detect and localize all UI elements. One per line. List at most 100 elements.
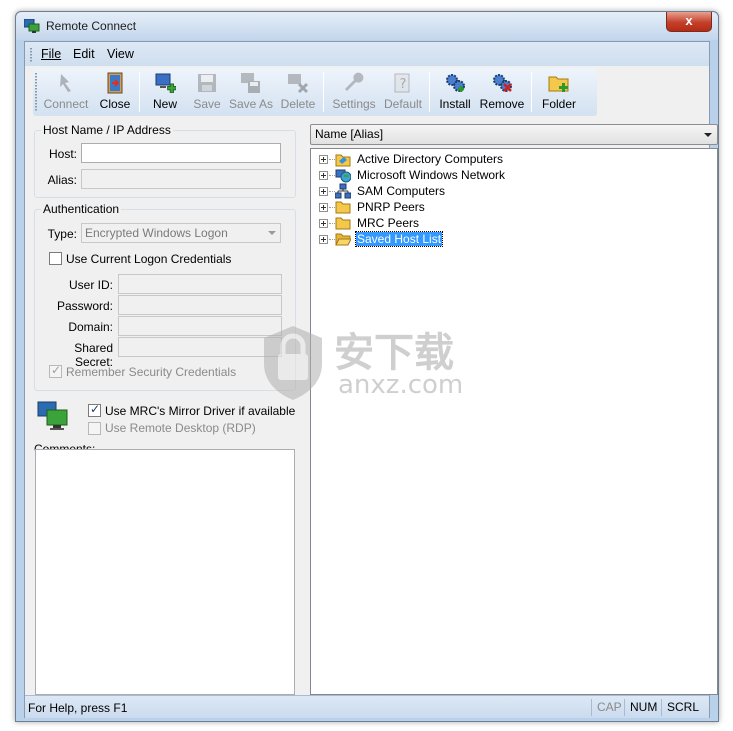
connect-icon (60, 74, 71, 92)
door-close-icon (107, 72, 123, 94)
menu-file-label: File (41, 47, 62, 61)
expand-icon[interactable] (319, 155, 328, 164)
remember-credentials-checkbox[interactable]: ✓ (49, 363, 62, 378)
menu-grip (30, 48, 32, 62)
expand-icon[interactable] (319, 219, 328, 228)
host-tree: Active Directory Computers Microsoft Win… (310, 148, 718, 695)
new-label: New (152, 97, 177, 111)
type-label: Type: (47, 227, 77, 241)
close-button[interactable]: Close (95, 70, 135, 114)
alias-input[interactable] (81, 169, 281, 189)
toolbar-separator (323, 72, 324, 112)
floppy-save-icon (198, 74, 216, 92)
host-details-pane: Host Name / IP Address Host: Alias: Auth… (34, 122, 299, 702)
install-label: Install (439, 97, 471, 111)
active-directory-icon (335, 154, 351, 167)
folder-icon (335, 201, 351, 214)
authentication-group-title: Authentication (41, 202, 122, 216)
save-as-button[interactable]: Save As (227, 70, 275, 114)
mirror-driver-checkbox[interactable]: ✓ (88, 402, 101, 417)
new-computer-icon (155, 73, 176, 93)
folder-label: Folder (541, 97, 576, 111)
tree-node-label: PNRP Peers (357, 200, 425, 214)
settings-button[interactable]: Settings (329, 70, 379, 114)
expand-icon[interactable] (319, 235, 328, 244)
status-cap-indicator: CAP (591, 699, 627, 716)
password-input[interactable] (118, 295, 282, 315)
save-as-icon (241, 73, 260, 93)
toolbar-separator (531, 72, 532, 112)
window-title: Remote Connect (46, 19, 137, 33)
window-close-button[interactable]: x (666, 12, 712, 32)
svg-text:?: ? (400, 77, 407, 92)
domain-label: Domain: (68, 320, 113, 334)
remote-desktop-checkbox[interactable] (88, 422, 101, 435)
toolbar-separator (429, 72, 430, 112)
view-column-value: Name [Alias] (315, 127, 384, 141)
authentication-group: Authentication Type: Encrypted Windows L… (34, 202, 296, 391)
delete-icon (288, 74, 309, 94)
user-id-input[interactable] (118, 274, 282, 294)
save-button[interactable]: Save (189, 70, 225, 114)
monitors-icon (37, 401, 68, 430)
gears-remove-icon (493, 74, 512, 92)
tree-node-label: Saved Host List (354, 231, 444, 247)
status-help-text: For Help, press F1 (28, 701, 128, 715)
expand-icon[interactable] (319, 203, 328, 212)
save-label: Save (193, 97, 221, 111)
shield-logo-icon (264, 326, 322, 400)
menu-file[interactable]: File (41, 47, 61, 61)
close-label: Close (99, 97, 131, 111)
menu-bar: File Edit View (25, 42, 709, 66)
alias-label: Alias: (47, 173, 77, 187)
new-button[interactable]: New (145, 70, 185, 114)
menu-edit-label: Edit (73, 47, 95, 61)
remove-button[interactable]: Remove (477, 70, 527, 114)
checkmark-icon: ✓ (90, 402, 101, 416)
delete-label: Delete (280, 97, 316, 111)
menu-view[interactable]: View (107, 47, 134, 61)
status-num-indicator: NUM (624, 699, 662, 716)
tree-node-label: Active Directory Computers (357, 152, 504, 166)
expand-icon[interactable] (319, 171, 328, 180)
checkmark-icon: ✓ (51, 363, 62, 377)
status-bar: For Help, press F1 CAP NUM SCRL (25, 695, 709, 718)
menu-edit[interactable]: Edit (73, 47, 95, 61)
gears-install-icon (446, 74, 465, 92)
default-label: Default (383, 97, 423, 111)
folder-button[interactable]: Folder (537, 70, 581, 114)
comments-textarea[interactable] (35, 449, 295, 695)
host-group: Host Name / IP Address Host: Alias: (34, 123, 296, 198)
sam-network-icon (335, 183, 351, 199)
title-bar[interactable]: Remote Connect x (16, 12, 718, 40)
settings-label: Settings (332, 97, 376, 111)
status-scrl-indicator: SCRL (661, 699, 704, 716)
host-group-title: Host Name / IP Address (41, 123, 173, 137)
view-column-select[interactable]: Name [Alias] (310, 124, 718, 145)
auth-type-select[interactable]: Encrypted Windows Logon (81, 223, 281, 243)
remember-credentials-label: Remember Security Credentials (66, 365, 237, 379)
host-label: Host: (48, 147, 77, 161)
tree-node-label: MRC Peers (357, 216, 420, 230)
close-icon: x (685, 13, 693, 28)
delete-button[interactable]: Delete (277, 70, 319, 114)
new-folder-icon (548, 76, 569, 92)
open-folder-icon (335, 233, 351, 246)
expand-icon[interactable] (319, 187, 328, 196)
remove-label: Remove (479, 97, 525, 111)
tree-node-label: Microsoft Windows Network (357, 168, 506, 182)
default-button[interactable]: ? Default (381, 70, 425, 114)
toolbar-grip[interactable] (35, 73, 37, 111)
network-globe-icon (335, 169, 351, 183)
host-input[interactable] (81, 143, 281, 163)
connect-button[interactable]: Connect (39, 70, 93, 114)
install-button[interactable]: Install (435, 70, 475, 114)
use-current-credentials-checkbox[interactable] (49, 252, 62, 265)
wrench-icon (345, 72, 364, 91)
toolbar: Connect Close New Save Save As Delete Se… (33, 68, 597, 116)
default-icon: ? (394, 73, 410, 93)
password-label: Password: (56, 299, 113, 313)
app-icon (24, 19, 40, 33)
folder-icon (335, 217, 351, 230)
user-id-label: User ID: (68, 278, 113, 292)
